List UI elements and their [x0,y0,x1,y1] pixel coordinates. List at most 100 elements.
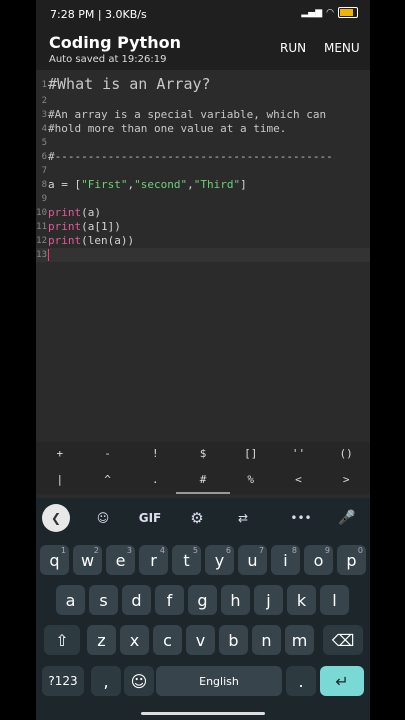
line-number: 5 [41,138,47,148]
line-number: 9 [41,194,47,204]
key-h[interactable]: h [221,585,250,615]
code-line[interactable]: 3 #An array is a special variable, which … [36,108,370,122]
phone-screen: 7:28 PM | 3.0KB/s ▂▄▆ ◠ Coding Python Au… [36,0,370,720]
code-line[interactable]: 7 [36,164,370,178]
enter-key[interactable]: ↵ [320,666,364,696]
key-r[interactable]: r4 [139,545,168,575]
symbol-key[interactable]: ^ [84,468,132,492]
symbol-key[interactable]: ! [131,442,179,466]
line-text [48,248,49,261]
key-j[interactable]: j [254,585,283,615]
symbol-key[interactable]: $ [179,442,227,466]
key-m[interactable]: m [285,625,314,655]
line-number: 1 [41,80,47,90]
line-text: print(a) [48,206,101,219]
gif-button[interactable]: GIF [136,504,164,532]
symbol-row-1: + -! $[] ''() [36,442,370,466]
key-d[interactable]: d [122,585,151,615]
key-f[interactable]: f [155,585,184,615]
space-key[interactable]: English [156,666,282,696]
key-k[interactable]: k [287,585,316,615]
symbol-key[interactable]: < [275,468,323,492]
emoji-key[interactable]: ☺ [124,666,154,696]
code-line[interactable]: 5 [36,136,370,150]
symbol-key[interactable]: - [84,442,132,466]
more-icon[interactable]: ••• [288,504,314,532]
signal-icon: ▂▄▆ [301,7,323,18]
symbol-key[interactable]: [] [227,442,275,466]
key-i[interactable]: i8 [271,545,300,575]
line-text: #An array is a special variable, which c… [48,108,327,121]
text-cursor [48,249,49,261]
code-line[interactable]: 4 #hold more than one value at a time. [36,122,370,136]
translate-icon[interactable]: ⇄ [230,504,256,532]
key-e[interactable]: e3 [106,545,135,575]
app-title: Coding Python [49,33,181,52]
line-number: 10 [36,208,47,218]
symbols-key[interactable]: ?123 [42,666,84,696]
code-line[interactable]: 11 print(a[1]) [36,220,370,234]
line-number: 2 [41,96,47,106]
key-o[interactable]: o9 [304,545,333,575]
comma-key[interactable]: , [91,666,121,696]
symbol-key[interactable]: . [131,468,179,492]
scroll-indicator [176,492,230,494]
code-editor[interactable]: 1 #What is an Array? 2 3 #An array is a spec… [36,70,370,442]
code-line[interactable]: 9 [36,192,370,206]
menu-button[interactable]: MENU [324,41,360,55]
key-b[interactable]: b [219,625,248,655]
line-number: 4 [41,124,47,134]
key-g[interactable]: g [188,585,217,615]
status-time: 7:28 PM | 3.0KB/s [50,8,147,21]
key-u[interactable]: u7 [238,545,267,575]
battery-icon [338,7,358,18]
keyboard: ❮ ☺ GIF ⚙ ⇄ ••• 🎤 q1w2e3r4t5y6u7i8o9p0 as… [36,498,370,720]
code-line[interactable]: 8a = ["First","second","Third"] [36,178,370,192]
symbol-key[interactable]: > [322,468,370,492]
key-q[interactable]: q1 [40,545,69,575]
line-number: 6 [41,152,47,162]
key-x[interactable]: x [120,625,149,655]
code-line[interactable]: 1 #What is an Array? [36,75,370,93]
key-w[interactable]: w2 [73,545,102,575]
key-s[interactable]: s [89,585,118,615]
shift-key[interactable]: ⇧ [44,625,80,655]
key-y[interactable]: y6 [205,545,234,575]
collapse-icon[interactable]: ❮ [42,504,70,532]
code-line[interactable]: 12 print(len(a)) [36,234,370,248]
settings-icon[interactable]: ⚙ [184,504,210,532]
symbol-key[interactable]: % [227,468,275,492]
period-key[interactable]: . [286,666,316,696]
line-text: print(len(a)) [48,234,135,247]
code-line[interactable]: 10 print(a) [36,206,370,220]
symbol-key[interactable]: () [322,442,370,466]
app-bar: Coding Python Auto saved at 19:26:19 RUN… [36,30,370,70]
key-p[interactable]: p0 [337,545,366,575]
backspace-key[interactable]: ⌫ [323,625,363,655]
line-text: a = ["First","second","Third"] [48,178,247,191]
line-number: 8 [41,180,47,190]
key-t[interactable]: t5 [172,545,201,575]
symbol-key[interactable]: | [36,468,84,492]
key-v[interactable]: v [186,625,215,655]
code-line[interactable]: 2 [36,94,370,108]
run-button[interactable]: RUN [280,41,306,55]
key-n[interactable]: n [252,625,281,655]
home-indicator [141,712,265,715]
key-a[interactable]: a [56,585,85,615]
symbol-key[interactable]: + [36,442,84,466]
key-l[interactable]: l [320,585,349,615]
line-text: #---------------------------------------… [48,150,333,163]
symbol-key[interactable]: '' [275,442,323,466]
autosave-status: Auto saved at 19:26:19 [49,54,167,65]
line-number: 12 [36,236,47,246]
symbol-key[interactable]: # [179,468,227,492]
code-line[interactable]: 6 #--------------------------------------… [36,150,370,164]
symbol-row-2: | ^. #% < > [36,468,370,492]
symbol-bar: + -! $[] ''() | ^. #% < > [36,442,370,494]
sticker-icon[interactable]: ☺ [90,504,116,532]
key-c[interactable]: c [153,625,182,655]
code-line[interactable]: 13 [36,248,370,262]
mic-icon[interactable]: 🎤 [334,504,360,532]
key-z[interactable]: z [87,625,116,655]
